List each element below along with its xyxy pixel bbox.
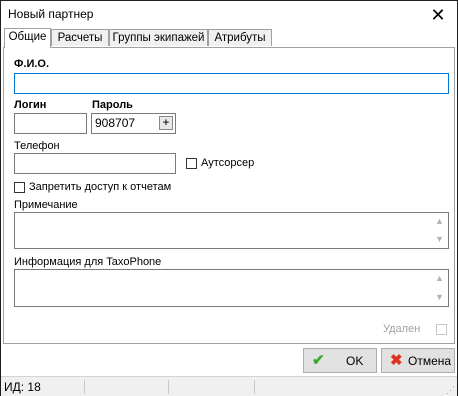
note-label: Примечание [14,199,78,211]
cancel-button[interactable]: ✖ Отмена [381,348,455,373]
taxophone-scrollbar[interactable]: ▲ ▼ [432,271,447,305]
note-textarea[interactable]: ▲ ▼ [14,212,449,249]
scroll-down-icon[interactable]: ▼ [435,293,444,302]
login-input[interactable] [14,113,87,134]
password-input[interactable]: 908707 + [91,113,176,134]
tab-attributes[interactable]: Атрибуты [208,29,272,46]
dialog-window: Новый партнер ✕ Общие Расчеты Группы эки… [0,0,458,396]
tab-panel-general: Ф.И.О. Логин Пароль 908707 + Телефон Аут… [3,47,455,344]
phone-input[interactable] [14,153,176,174]
cross-icon: ✖ [390,352,403,369]
deleted-checkbox [436,324,447,335]
deleted-label: Удален [383,323,421,335]
phone-label: Телефон [14,140,60,152]
status-id: ИД: 18 [4,380,85,394]
title-bar: Новый партнер ✕ [1,1,457,29]
outsourcer-label: Аутсорсер [201,157,255,169]
note-scrollbar[interactable]: ▲ ▼ [432,214,447,247]
scroll-down-icon[interactable]: ▼ [435,235,444,244]
scroll-up-icon[interactable]: ▲ [435,217,444,226]
generate-password-button[interactable]: + [159,116,173,130]
deny-reports-label: Запретить доступ к отчетам [29,181,172,193]
password-label: Пароль [92,99,133,111]
check-icon: ✔ [312,352,325,369]
close-icon[interactable]: ✕ [427,4,449,26]
status-bar: ИД: 18 ⋰ [1,376,457,396]
tab-crew-groups[interactable]: Группы экипажей [109,29,208,46]
ok-button[interactable]: ✔ OK [303,348,377,373]
status-cell-3 [170,380,255,394]
taxophone-label: Информация для TaxoPhone [14,256,162,268]
taxophone-textarea[interactable]: ▲ ▼ [14,269,449,307]
scroll-up-icon[interactable]: ▲ [435,274,444,283]
fio-input[interactable] [14,73,449,94]
resize-grip-icon[interactable]: ⋰ [446,385,456,395]
password-value: 908707 [95,116,136,130]
status-cell-2 [86,380,169,394]
ok-button-label: OK [346,354,364,368]
deny-reports-checkbox[interactable] [14,182,25,193]
login-label: Логин [14,99,47,111]
fio-label: Ф.И.О. [14,58,50,70]
cancel-button-label: Отмена [408,354,452,368]
window-title: Новый партнер [8,7,94,21]
tab-settlements[interactable]: Расчеты [51,29,109,46]
tab-general[interactable]: Общие [4,28,51,48]
outsourcer-checkbox[interactable] [186,158,197,169]
